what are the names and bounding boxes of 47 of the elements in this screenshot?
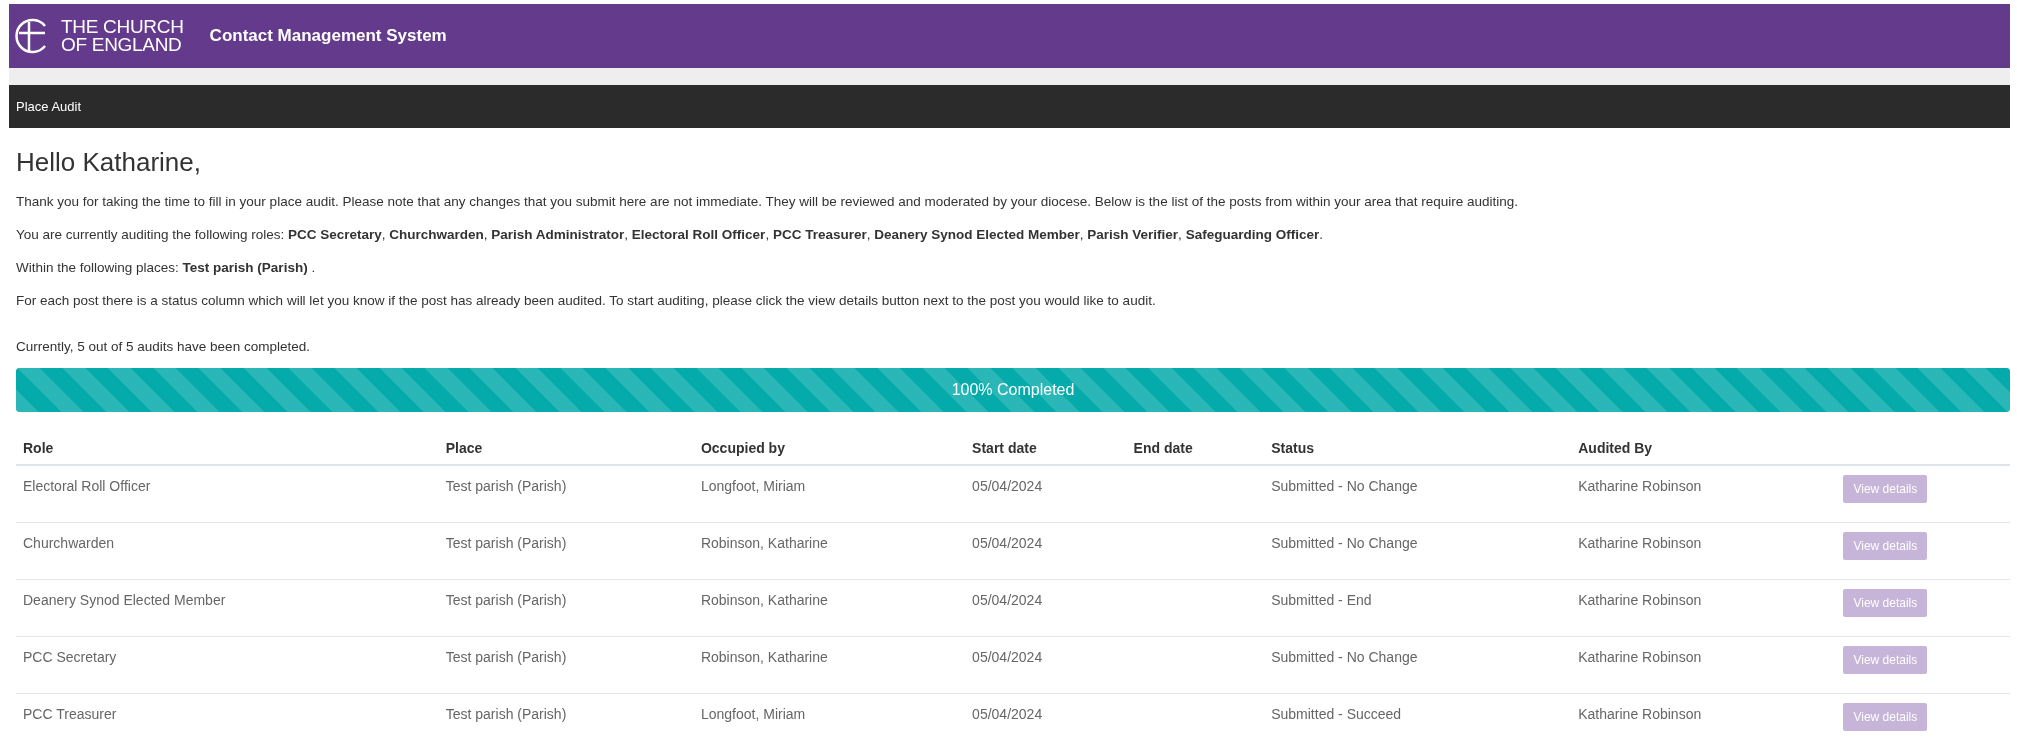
table-cell: Submitted - End bbox=[1264, 579, 1572, 637]
table-cell: Test parish (Parish) bbox=[438, 693, 694, 742]
table-cell: Test parish (Parish) bbox=[438, 636, 694, 694]
progress-label: 100% Completed bbox=[951, 381, 1075, 399]
intro-paragraph: Within the following places: Test parish (Parish) . bbox=[16, 260, 317, 276]
column-header: Start date bbox=[965, 430, 1127, 465]
table-cell: Deanery Synod Elected Member bbox=[16, 579, 439, 637]
table-cell: Robinson, Katharine bbox=[693, 636, 966, 694]
column-header: Occupied by bbox=[693, 430, 966, 465]
app-title: Contact Management System bbox=[209, 26, 447, 46]
table-cell: Katharine Robinson bbox=[1571, 522, 1837, 580]
nav-link[interactable]: Place Audit bbox=[16, 99, 82, 114]
table-cell: Katharine Robinson bbox=[1571, 465, 1837, 523]
table-cell: Katharine Robinson bbox=[1571, 579, 1837, 637]
table-cell: Submitted - No Change bbox=[1264, 465, 1572, 523]
intro-paragraph: You are currently auditing the following roles: PCC Secretary, Churchwarden, Parish Administrator, Electoral Roll Officer, PCC Treasurer, Deanery Synod Elected Member, Parish Verifier, Safeguarding Officer. bbox=[16, 227, 1324, 243]
table-cell: 05/04/2024 bbox=[965, 522, 1127, 580]
table-cell: Katharine Robinson bbox=[1571, 636, 1837, 694]
logo-text: THE CHURCH OF ENGLAND bbox=[61, 18, 184, 54]
table-cell: Electoral Roll Officer bbox=[16, 465, 439, 523]
greeting-heading: Hello Katharine, bbox=[16, 147, 202, 178]
column-header: Audited By bbox=[1571, 430, 1837, 465]
table-cell: Longfoot, Miriam bbox=[693, 693, 966, 742]
column-header: Role bbox=[16, 430, 439, 465]
table-cell: Robinson, Katharine bbox=[693, 522, 966, 580]
table-cell: PCC Treasurer bbox=[16, 693, 439, 742]
table-cell: Test parish (Parish) bbox=[438, 522, 694, 580]
table-cell: PCC Secretary bbox=[16, 636, 439, 694]
table-cell: Submitted - No Change bbox=[1264, 636, 1572, 694]
table-cell: 05/04/2024 bbox=[965, 579, 1127, 637]
summary-text: Currently, 5 out of 5 audits have been completed. bbox=[16, 339, 311, 355]
table-cell: Submitted - Succeed bbox=[1264, 693, 1572, 742]
table-cell: Submitted - No Change bbox=[1264, 522, 1572, 580]
table-cell: Katharine Robinson bbox=[1571, 693, 1837, 742]
table-cell: Test parish (Parish) bbox=[438, 579, 694, 637]
table-cell: Test parish (Parish) bbox=[438, 465, 694, 523]
table-cell: 05/04/2024 bbox=[965, 636, 1127, 694]
column-header: End date bbox=[1126, 430, 1265, 465]
column-header: Status bbox=[1264, 430, 1572, 465]
table-cell: Longfoot, Miriam bbox=[693, 465, 966, 523]
table-cell: 05/04/2024 bbox=[965, 465, 1127, 523]
intro-paragraph: For each post there is a status column which will let you know if the post has already been audited. To start auditing, please click the view details button next to the post you would like to audit. bbox=[16, 293, 1157, 309]
intro-paragraph: Thank you for taking the time to fill in your place audit. Please note that any changes that you submit here are not immediate. They will be reviewed and moderated by your diocese. Below is the list of the posts from within your area that require auditing. bbox=[16, 194, 1520, 210]
table-cell: Churchwarden bbox=[16, 522, 439, 580]
column-header: Place bbox=[438, 430, 694, 465]
table-cell: Robinson, Katharine bbox=[693, 579, 966, 637]
table-cell: 05/04/2024 bbox=[965, 693, 1127, 742]
